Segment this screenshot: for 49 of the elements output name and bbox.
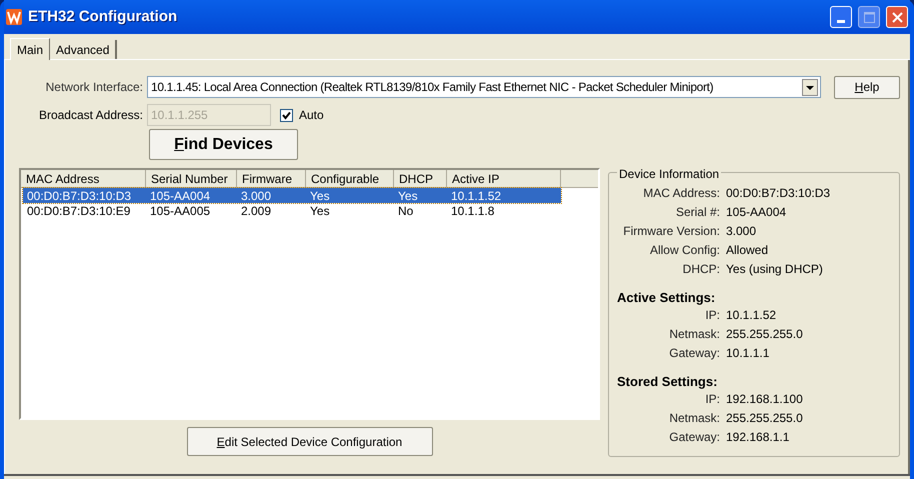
section-heading: Stored Settings: <box>616 373 718 389</box>
field-value: Yes (using DHCP) <box>726 260 823 278</box>
close-button[interactable] <box>886 6 908 28</box>
field-value: 105-AA004 <box>726 204 786 220</box>
field-value: 00:D0:B7:D3:10:D3 <box>726 184 830 202</box>
field-label: Gateway: <box>668 344 721 362</box>
field-value: 192.168.1.1 <box>726 428 790 446</box>
minimize-icon <box>837 20 845 23</box>
section-heading: Active Settings: <box>616 289 716 305</box>
field-value: 255.255.255.0 <box>726 410 803 426</box>
app-logo-icon <box>6 9 22 25</box>
field-label: Allow Config: <box>648 242 721 258</box>
field-label: IP: <box>704 390 721 408</box>
field-label: Firmware Version: <box>622 222 721 240</box>
field-label: Broadcast Address: <box>38 107 144 124</box>
field-label: Netmask: <box>668 326 721 342</box>
table-row[interactable]: 00:D0:B7:D3:10:D3 105-AA004 3.000 Yes Yes 10.1.1.52 <box>23 188 561 203</box>
column-header[interactable]: Configurable <box>306 170 394 188</box>
maximize-icon <box>864 12 874 22</box>
tab[interactable]: Main <box>10 38 50 60</box>
field-value: 10.1.1.1 <box>726 344 770 362</box>
close-icon <box>892 12 902 22</box>
column-header[interactable]: Serial Number <box>146 170 237 188</box>
field-value: 10.1.1.52 <box>726 306 776 324</box>
auto-checkbox[interactable] <box>280 108 293 122</box>
column-header[interactable]: Active IP <box>447 170 561 188</box>
column-header[interactable]: Firmware <box>237 170 306 188</box>
network-interface-dropdown[interactable]: 10.1.1.45: Local Area Connection (Realtek RTL8139/810x Family Fast Ethernet NIC - Packet Scheduler Miniport) <box>147 76 821 98</box>
minimize-button[interactable] <box>830 6 852 28</box>
edit-configuration-button[interactable]: Edit Selected Device Configuration <box>186 427 432 456</box>
column-header[interactable]: MAC Address <box>21 170 146 188</box>
tab[interactable]: Advanced <box>50 40 118 59</box>
window-title: ETH32 Configuration <box>28 6 178 27</box>
field-value: Allowed <box>726 242 768 258</box>
table-row[interactable]: 00:D0:B7:D3:10:E9 105-AA005 2.009 Yes No 10.1.1.8 <box>23 203 561 218</box>
field-label: Netmask: <box>668 410 721 426</box>
field-value: 3.000 <box>726 222 756 240</box>
find-devices-button[interactable]: Find Devices <box>149 129 298 160</box>
field-value: 255.255.255.0 <box>726 326 803 342</box>
field-label: Gateway: <box>668 428 721 446</box>
field-label: IP: <box>704 306 721 324</box>
field-value: 192.168.1.100 <box>726 390 803 408</box>
checkbox-label: Auto <box>299 107 324 124</box>
field-label: MAC Address: <box>642 184 721 202</box>
field-label: DHCP: <box>682 260 721 278</box>
field-label: Serial #: <box>674 204 721 220</box>
field-label: Network Interface: <box>44 79 144 96</box>
column-header[interactable]: DHCP <box>394 170 447 188</box>
help-button[interactable]: Help <box>834 76 900 98</box>
